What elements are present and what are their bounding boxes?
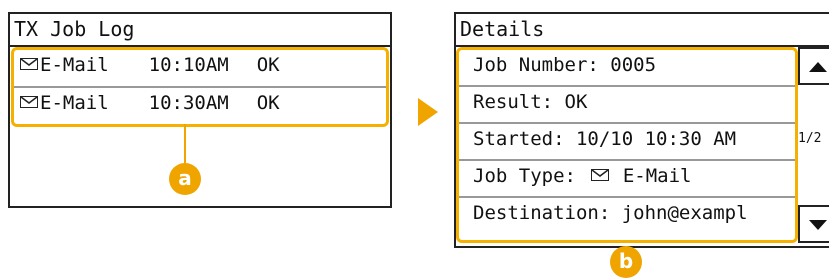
callout-a-badge: a [169,163,201,195]
screen-title: Details [460,17,545,41]
job-status: OK [256,92,280,114]
job-list-highlight: E-Mail 10:10AM OK E-Mail 10:30AM OK [11,47,389,127]
job-status: OK [256,54,280,76]
arrow-up-icon [809,62,827,72]
detail-row-result: Result: OK [459,87,795,124]
envelope-icon [591,168,610,181]
arrow-right-icon [418,98,438,126]
job-log-entry[interactable]: E-Mail 10:10AM OK [14,50,386,88]
job-log-entry[interactable]: E-Mail 10:30AM OK [14,88,386,124]
detail-value: E-Mail [622,165,692,187]
job-time: 10:30AM [148,92,229,114]
detail-text: Result: OK [473,91,588,113]
scroll-down-button[interactable] [798,205,829,243]
detail-label: Job Type: [473,165,576,187]
detail-row-job-type: Job Type: E-Mail [459,161,795,198]
detail-row-destination: Destination: john@exampl [459,198,795,240]
callout-a-leader [184,124,186,164]
details-screen: Details Job Number: 0005 Result: OK Star… [454,12,829,248]
callout-b-badge: b [610,246,642,278]
page-indicator: 1/2 [798,131,822,146]
scrollbar[interactable]: 1/2 [798,47,829,243]
arrow-down-icon [809,220,827,230]
detail-text: Started: 10/10 10:30 AM [473,128,737,150]
screen-title: TX Job Log [14,17,135,41]
envelope-icon [20,95,38,108]
detail-row-job-number: Job Number: 0005 [459,50,795,87]
job-time: 10:10AM [148,54,229,76]
scroll-up-button[interactable] [798,47,829,85]
job-type: E-Mail [40,54,109,76]
detail-text: Destination: john@exampl [473,202,748,224]
job-type: E-Mail [40,92,109,114]
detail-text: Job Number: 0005 [473,54,657,76]
detail-row-started: Started: 10/10 10:30 AM [459,124,795,161]
details-highlight: Job Number: 0005 Result: OK Started: 10/… [456,47,798,243]
envelope-icon [20,57,38,70]
